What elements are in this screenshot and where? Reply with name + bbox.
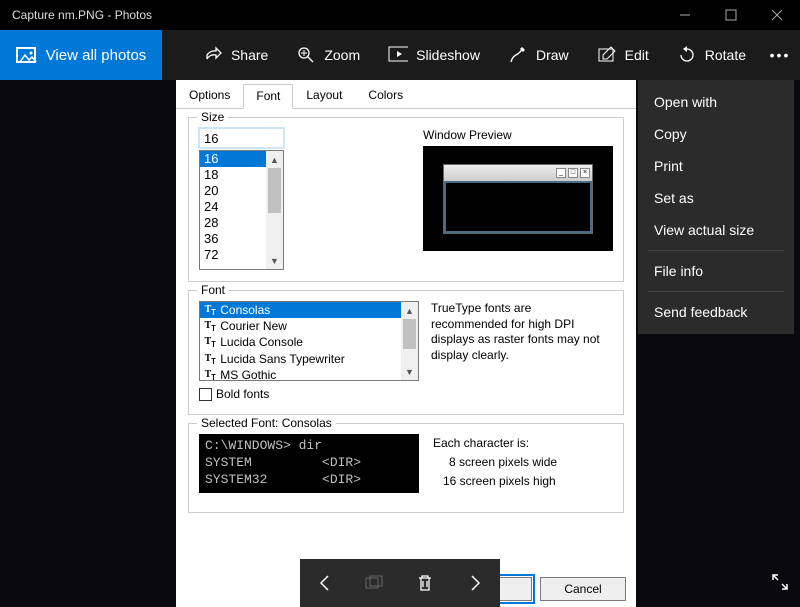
- photos-icon: [16, 47, 36, 63]
- selected-font-group: Selected Font: Consolas C:\WINDOWS> dir …: [188, 423, 624, 513]
- rotate-icon: [677, 45, 697, 65]
- maximize-button[interactable]: [708, 0, 754, 30]
- menu-separator: [648, 291, 784, 292]
- title-bar: Capture nm.PNG - Photos: [0, 0, 800, 30]
- window-preview: _□×: [423, 146, 613, 251]
- font-option[interactable]: TTLucida Sans Typewriter: [200, 351, 401, 367]
- scroll-down-icon[interactable]: ▼: [266, 252, 283, 269]
- scroll-down-icon[interactable]: ▼: [401, 363, 418, 380]
- size-option[interactable]: 72: [200, 247, 266, 263]
- console-sample: C:\WINDOWS> dir SYSTEM <DIR> SYSTEM32 <D…: [199, 434, 419, 493]
- font-description: TrueType fonts are recommended for high …: [431, 301, 601, 401]
- bold-fonts-checkbox[interactable]: [199, 388, 212, 401]
- size-option[interactable]: 24: [200, 199, 266, 215]
- truetype-icon: TT: [205, 303, 216, 317]
- next-button[interactable]: [452, 559, 498, 607]
- console-properties-dialog: Options Font Layout Colors Size 16 18 20…: [176, 80, 636, 607]
- tab-bar: Options Font Layout Colors: [176, 83, 636, 109]
- menu-send-feedback[interactable]: Send feedback: [638, 296, 794, 328]
- size-option[interactable]: 20: [200, 183, 266, 199]
- size-scrollbar[interactable]: ▲ ▼: [266, 151, 283, 269]
- truetype-icon: TT: [205, 319, 216, 333]
- preview-label: Window Preview: [423, 128, 613, 142]
- slideshow-icon: [388, 45, 408, 65]
- size-input[interactable]: [199, 128, 284, 148]
- window-title: Capture nm.PNG - Photos: [12, 8, 152, 22]
- font-group: Font TTConsolas TTCourier New TTLucida C…: [188, 290, 624, 415]
- font-group-title: Font: [197, 283, 229, 297]
- fullscreen-button[interactable]: [770, 572, 790, 597]
- tab-colors[interactable]: Colors: [355, 83, 416, 108]
- size-option[interactable]: 36: [200, 231, 266, 247]
- previous-button[interactable]: [302, 559, 348, 607]
- window-controls: [662, 0, 800, 30]
- collection-button[interactable]: [352, 559, 398, 607]
- truetype-icon: TT: [205, 352, 216, 366]
- view-all-label: View all photos: [46, 47, 147, 64]
- size-option[interactable]: 28: [200, 215, 266, 231]
- size-group: Size 16 18 20 24 28 36 72 ▲: [188, 117, 624, 282]
- menu-file-info[interactable]: File info: [638, 255, 794, 287]
- close-button[interactable]: [754, 0, 800, 30]
- menu-set-as[interactable]: Set as: [638, 182, 794, 214]
- size-listbox[interactable]: 16 18 20 24 28 36 72 ▲ ▼: [199, 150, 284, 270]
- draw-button[interactable]: Draw: [494, 30, 583, 80]
- size-option[interactable]: 16: [200, 151, 266, 167]
- minimize-button[interactable]: [662, 0, 708, 30]
- slideshow-button[interactable]: Slideshow: [374, 30, 494, 80]
- truetype-icon: TT: [205, 335, 216, 349]
- tab-font[interactable]: Font: [243, 84, 293, 109]
- size-option[interactable]: 18: [200, 167, 266, 183]
- font-option[interactable]: TTLucida Console: [200, 334, 401, 350]
- photo-nav-bar: [300, 559, 500, 607]
- truetype-icon: TT: [205, 368, 216, 381]
- size-group-title: Size: [197, 110, 228, 124]
- menu-open-with[interactable]: Open with: [638, 86, 794, 118]
- menu-separator: [648, 250, 784, 251]
- cancel-button[interactable]: Cancel: [540, 577, 626, 601]
- font-option[interactable]: TTConsolas: [200, 302, 401, 318]
- font-listbox[interactable]: TTConsolas TTCourier New TTLucida Consol…: [199, 301, 419, 381]
- context-menu: Open with Copy Print Set as View actual …: [638, 80, 794, 334]
- font-option[interactable]: TTMS Gothic: [200, 367, 401, 381]
- menu-copy[interactable]: Copy: [638, 118, 794, 150]
- view-all-photos-button[interactable]: View all photos: [0, 30, 162, 80]
- rotate-button[interactable]: Rotate: [663, 30, 760, 80]
- toolbar: Share Zoom Slideshow Draw Edit Rotate ••…: [162, 30, 800, 80]
- menu-view-actual-size[interactable]: View actual size: [638, 214, 794, 246]
- character-info: Each character is: 8 screen pixels wide …: [433, 434, 557, 493]
- edit-button[interactable]: Edit: [583, 30, 663, 80]
- scroll-up-icon[interactable]: ▲: [401, 302, 418, 319]
- ellipsis-icon: •••: [770, 45, 790, 65]
- zoom-button[interactable]: Zoom: [282, 30, 374, 80]
- tab-layout[interactable]: Layout: [293, 83, 355, 108]
- share-icon: [203, 45, 223, 65]
- delete-button[interactable]: [402, 559, 448, 607]
- font-option[interactable]: TTCourier New: [200, 318, 401, 334]
- scroll-up-icon[interactable]: ▲: [266, 151, 283, 168]
- edit-icon: [597, 45, 617, 65]
- selected-font-title: Selected Font: Consolas: [197, 416, 336, 430]
- menu-print[interactable]: Print: [638, 150, 794, 182]
- share-button[interactable]: Share: [189, 30, 282, 80]
- tab-options[interactable]: Options: [176, 83, 243, 108]
- more-button[interactable]: •••: [760, 30, 800, 80]
- zoom-icon: [296, 45, 316, 65]
- font-scrollbar[interactable]: ▲ ▼: [401, 302, 418, 380]
- bold-fonts-label: Bold fonts: [216, 387, 269, 401]
- draw-icon: [508, 45, 528, 65]
